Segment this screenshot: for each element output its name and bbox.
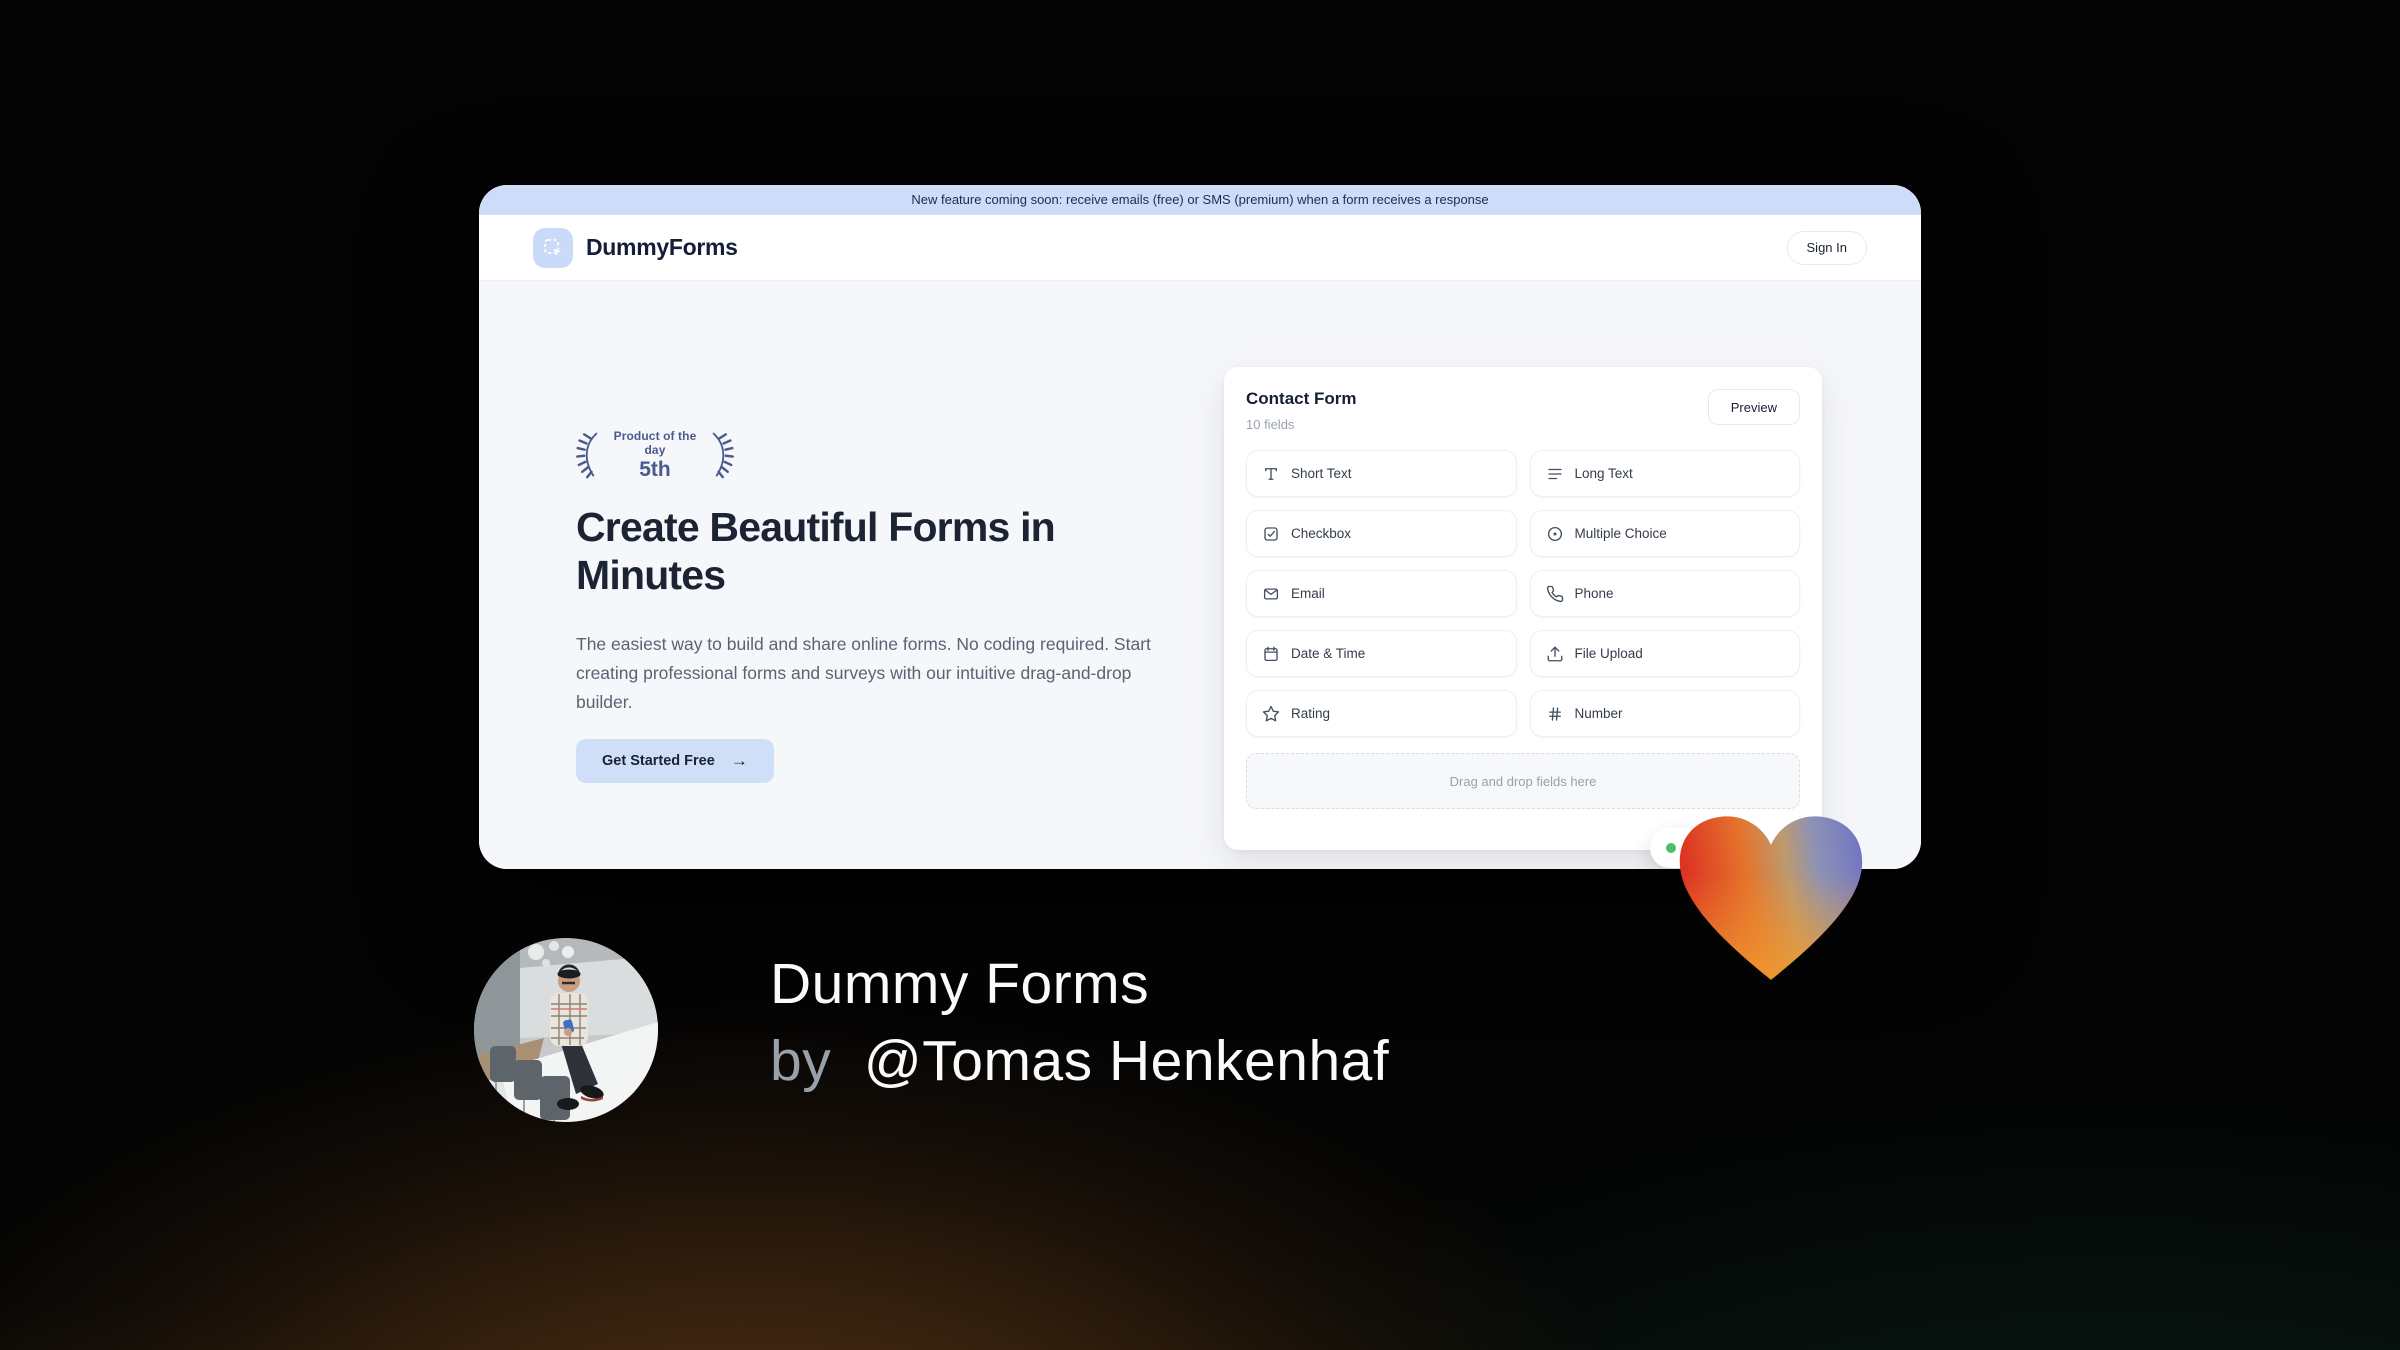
product-of-the-day-text: Product of the day 5th	[607, 429, 703, 482]
hero-description: The easiest way to build and share onlin…	[576, 634, 1151, 712]
field-chip-label: Number	[1574, 706, 1623, 721]
arrow-right-icon: →	[730, 751, 748, 770]
field-chip-label: File Upload	[1574, 646, 1643, 661]
brand-name: DummyForms	[586, 234, 738, 260]
caption-text: Dummy Forms by @Tomas Henkenhaf	[770, 938, 1389, 1100]
potd-rank: 5th	[639, 457, 671, 481]
field-chip-label: Short Text	[1291, 466, 1352, 481]
field-chip-calendar[interactable]: Date & Time	[1246, 630, 1517, 677]
upload-icon	[1546, 645, 1564, 663]
sign-in-button[interactable]: Sign In	[1786, 230, 1867, 265]
field-chip-label: Date & Time	[1291, 646, 1366, 661]
multiple-choice-icon	[1546, 525, 1564, 543]
product-of-the-day-badge: Product of the day 5th	[575, 428, 735, 482]
laurel-right-icon	[712, 432, 734, 479]
form-builder-card: Contact Form 10 fields Preview Short Tex…	[1224, 367, 1822, 850]
caption-title: Dummy Forms	[770, 952, 1150, 1016]
form-field-count: 10 fields	[1246, 417, 1295, 432]
caption: Dummy Forms by @Tomas Henkenhaf	[474, 938, 1389, 1122]
field-chip-email[interactable]: Email	[1246, 570, 1517, 617]
field-chip-long-text[interactable]: Long Text	[1529, 450, 1800, 497]
checkbox-icon	[1262, 525, 1280, 543]
hero-title: Create Beautiful Forms in Minutes	[576, 504, 1056, 598]
caption-byline-name: @Tomas Henkenhaf	[863, 1029, 1390, 1093]
field-chip-hash[interactable]: Number	[1529, 690, 1800, 737]
field-grid: Short Text Long Text Checkbox Multiple Choi…	[1246, 450, 1800, 737]
brand: DummyForms	[533, 227, 738, 268]
star-icon	[1262, 705, 1280, 723]
preview-button[interactable]: Preview	[1707, 389, 1800, 425]
get-started-button[interactable]: Get Started Free →	[576, 739, 774, 783]
field-chip-label: Multiple Choice	[1574, 526, 1667, 541]
potd-label: Product of the day	[613, 428, 697, 457]
field-chip-label: Checkbox	[1291, 526, 1352, 541]
field-chip-label: Email	[1291, 586, 1325, 601]
field-chip-short-text[interactable]: Short Text	[1246, 450, 1517, 497]
long-text-icon	[1546, 465, 1564, 483]
short-text-icon	[1262, 465, 1280, 483]
phone-icon	[1546, 585, 1564, 603]
form-title: Contact Form	[1246, 389, 1357, 408]
field-chip-label: Rating	[1291, 706, 1331, 721]
field-chip-upload[interactable]: File Upload	[1529, 630, 1800, 677]
laurel-left-icon	[576, 432, 598, 479]
avatar	[474, 938, 658, 1122]
dashed-selection-cursor-icon	[533, 227, 573, 268]
get-started-label: Get Started Free	[602, 753, 715, 769]
email-icon	[1262, 585, 1280, 603]
heart-icon	[1679, 816, 1863, 980]
status-dot-icon	[1666, 843, 1676, 853]
form-builder-header: Contact Form 10 fields Preview	[1246, 389, 1800, 432]
announcement-banner: New feature coming soon: receive emails …	[479, 185, 1921, 215]
calendar-icon	[1262, 645, 1280, 663]
site-header: DummyForms Sign In	[479, 215, 1921, 281]
field-chip-multiple-choice[interactable]: Multiple Choice	[1529, 510, 1800, 557]
field-chip-label: Phone	[1574, 586, 1614, 601]
hash-icon	[1546, 705, 1564, 723]
field-chip-star[interactable]: Rating	[1246, 690, 1517, 737]
field-chip-phone[interactable]: Phone	[1529, 570, 1800, 617]
caption-byline-prefix: by	[770, 1029, 832, 1093]
field-chip-label: Long Text	[1574, 466, 1633, 481]
caption-byline: by @Tomas Henkenhaf	[770, 1023, 1389, 1100]
hero-section: Product of the day 5th Create Beautiful …	[479, 281, 1921, 869]
field-chip-checkbox[interactable]: Checkbox	[1246, 510, 1517, 557]
field-dropzone[interactable]: Drag and drop fields here	[1246, 753, 1800, 809]
app-window: New feature coming soon: receive emails …	[479, 185, 1921, 869]
